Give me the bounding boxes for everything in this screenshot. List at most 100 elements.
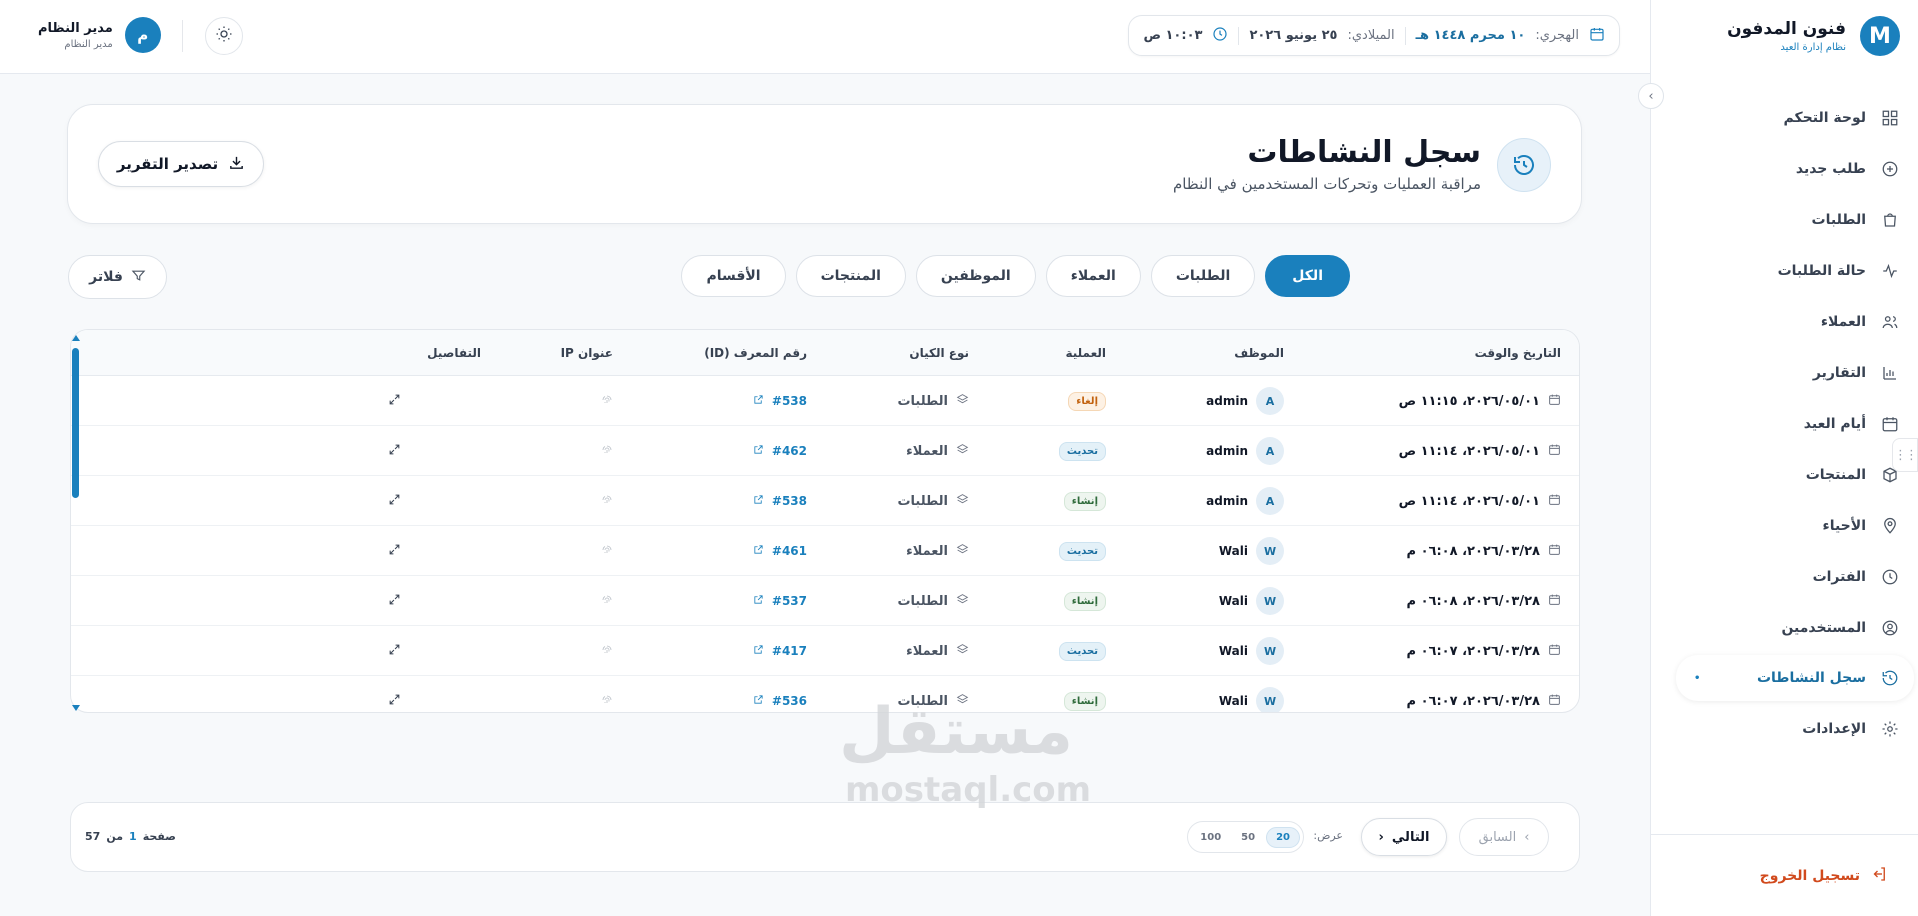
details-button[interactable]	[388, 526, 401, 576]
export-report-button[interactable]: تصدير التقرير	[98, 141, 264, 187]
calendar-icon	[1548, 643, 1561, 660]
hijri-label: الهجري:	[1535, 28, 1579, 43]
date-display: الهجري: ١٠ محرم ١٤٤٨ هـ الميلادي: ٢٥ يون…	[1128, 15, 1620, 56]
sidebar-item-label: التقارير	[1812, 364, 1866, 381]
logout-icon	[1870, 865, 1888, 887]
table-scrollbar[interactable]	[70, 332, 80, 712]
fingerprint-icon	[601, 644, 613, 659]
chevron-right-icon: ›	[1524, 829, 1530, 845]
page-header: سجل النشاطات مراقبة العمليات وتحركات الم…	[67, 104, 1582, 224]
table-row[interactable]: ٢٠٢٦/٠٥/٠١، ١١:١٤ ص A admin إنشاء الطلبا…	[71, 476, 1579, 526]
avatar: W	[1256, 687, 1284, 712]
sidebar-item-label: حالة الطلبات	[1777, 262, 1866, 279]
tab[interactable]: المنتجات	[795, 255, 906, 297]
tab[interactable]: العملاء	[1045, 255, 1141, 297]
sidebar-item[interactable]: الفترات	[1660, 551, 1900, 602]
sidebar-item[interactable]: طلب جديد	[1660, 143, 1900, 194]
page-size-option[interactable]: 50	[1232, 828, 1264, 847]
column-header[interactable]: رقم المعرف (ID)	[704, 346, 807, 360]
entity-name: الطلبات	[897, 393, 948, 409]
filters-label: فلاتر	[89, 269, 123, 285]
tab[interactable]: الكل	[1265, 255, 1350, 297]
column-header[interactable]: التاريخ والوقت	[1475, 346, 1561, 360]
sidebar-item[interactable]: حالة الطلبات	[1660, 245, 1900, 296]
entity-id-link[interactable]: #538	[753, 376, 807, 426]
sidebar-item[interactable]: التقارير	[1660, 347, 1900, 398]
table-row[interactable]: ٢٠٢٦/٠٣/٢٨، ٠٦:٠٧ م W Wali إنشاء الطلبات…	[71, 676, 1579, 712]
logout-button[interactable]: تسجيل الخروج	[1650, 834, 1918, 916]
entity-id-link[interactable]: #462	[753, 426, 807, 476]
next-page-button[interactable]: التالي ‹	[1361, 818, 1447, 856]
layers-icon	[956, 643, 969, 660]
layers-icon	[956, 593, 969, 610]
entity-name: العملاء	[906, 643, 948, 659]
filters-button[interactable]: فلاتر	[68, 255, 167, 299]
entity-id-link[interactable]: #417	[753, 626, 807, 676]
details-button[interactable]	[388, 576, 401, 626]
datetime-text: ٢٠٢٦/٠٣/٢٨، ٠٦:٠٨ م	[1406, 543, 1540, 559]
ip-cell	[601, 376, 613, 426]
table-row[interactable]: ٢٠٢٦/٠٣/٢٨، ٠٦:٠٧ م W Wali تحديث العملاء…	[71, 626, 1579, 676]
tab[interactable]: الموظفين	[915, 255, 1036, 297]
expand-icon	[388, 393, 401, 409]
column-header[interactable]: العملية	[1065, 346, 1106, 360]
entity-id-link[interactable]: #538	[753, 476, 807, 526]
table-row[interactable]: ٢٠٢٦/٠٣/٢٨، ٠٦:٠٨ م W Wali إنشاء الطلبات…	[71, 576, 1579, 626]
fingerprint-icon	[601, 594, 613, 609]
sidebar-item[interactable]: المنتجات	[1660, 449, 1900, 500]
details-button[interactable]	[388, 476, 401, 526]
sidebar-item[interactable]: الإعدادات	[1660, 703, 1900, 754]
brand-subtitle: نظام إدارة العيد	[1780, 42, 1846, 53]
sidebar-item[interactable]: المستخدمين	[1660, 602, 1900, 653]
expand-icon	[388, 593, 401, 609]
entity-id-link[interactable]: #536	[753, 676, 807, 712]
column-header[interactable]: عنوان IP	[561, 346, 613, 360]
page-size-option[interactable]: 100	[1191, 828, 1230, 847]
status-badge: إنشاء	[1063, 491, 1106, 511]
table-row[interactable]: ٢٠٢٦/٠٣/٢٨، ٠٦:٠٨ م W Wali تحديث العملاء…	[71, 526, 1579, 576]
drag-handle-icon[interactable]: ⋮⋮	[1892, 438, 1918, 472]
entity-cell: الطلبات	[897, 376, 969, 426]
sidebar-item[interactable]: الطلبات	[1660, 194, 1900, 245]
sidebar-item[interactable]: لوحة التحكم	[1660, 92, 1900, 143]
calendar-icon	[1548, 693, 1561, 710]
ip-cell	[601, 576, 613, 626]
employee-name: admin	[1206, 394, 1248, 408]
ip-cell	[601, 626, 613, 676]
layers-icon	[956, 443, 969, 460]
entity-id-link[interactable]: #537	[753, 576, 807, 626]
dashboard-icon	[1880, 108, 1900, 128]
column-header[interactable]: الموظف	[1234, 346, 1284, 360]
table-row[interactable]: ٢٠٢٦/٠٥/٠١، ١١:١٥ ص A admin إلغاء الطلبا…	[71, 376, 1579, 426]
layers-icon	[956, 393, 969, 410]
action-cell: تحديث	[1058, 426, 1106, 476]
details-button[interactable]	[388, 676, 401, 712]
scrollbar-thumb[interactable]	[72, 348, 79, 498]
external-link-icon	[753, 594, 764, 608]
tab[interactable]: الطلبات	[1150, 255, 1256, 297]
scroll-down-arrow[interactable]	[72, 705, 80, 711]
calendar-icon	[1548, 393, 1561, 410]
table-row[interactable]: ٢٠٢٦/٠٥/٠١، ١١:١٤ ص A admin تحديث العملا…	[71, 426, 1579, 476]
details-button[interactable]	[388, 626, 401, 676]
sidebar-collapse-button[interactable]: ›	[1638, 83, 1664, 109]
previous-page-button[interactable]: › السابق	[1459, 818, 1549, 856]
employee-name: Wali	[1218, 694, 1248, 708]
datetime-text: ٢٠٢٦/٠٥/٠١، ١١:١٤ ص	[1398, 443, 1540, 459]
entity-id-link[interactable]: #461	[753, 526, 807, 576]
page-title: سجل النشاطات	[1247, 135, 1481, 170]
sidebar-item[interactable]: أيام العيد	[1660, 398, 1900, 449]
scroll-up-arrow[interactable]	[72, 335, 80, 341]
theme-toggle-button[interactable]	[205, 17, 243, 55]
tab[interactable]: الأقسام	[681, 255, 786, 297]
column-header[interactable]: نوع الكيان	[909, 346, 969, 360]
sidebar-item[interactable]: الأحياء	[1660, 500, 1900, 551]
details-button[interactable]	[388, 426, 401, 476]
sidebar-item[interactable]: العملاء	[1660, 296, 1900, 347]
page-size-option[interactable]: 20	[1266, 826, 1300, 848]
details-button[interactable]	[388, 376, 401, 426]
sidebar-item[interactable]: سجل النشاطات •	[1676, 655, 1914, 701]
sidebar-item-label: العملاء	[1820, 313, 1866, 330]
column-header[interactable]: التفاصيل	[427, 346, 481, 360]
user-menu[interactable]: م مدير النظام مدير النظام	[38, 17, 161, 53]
